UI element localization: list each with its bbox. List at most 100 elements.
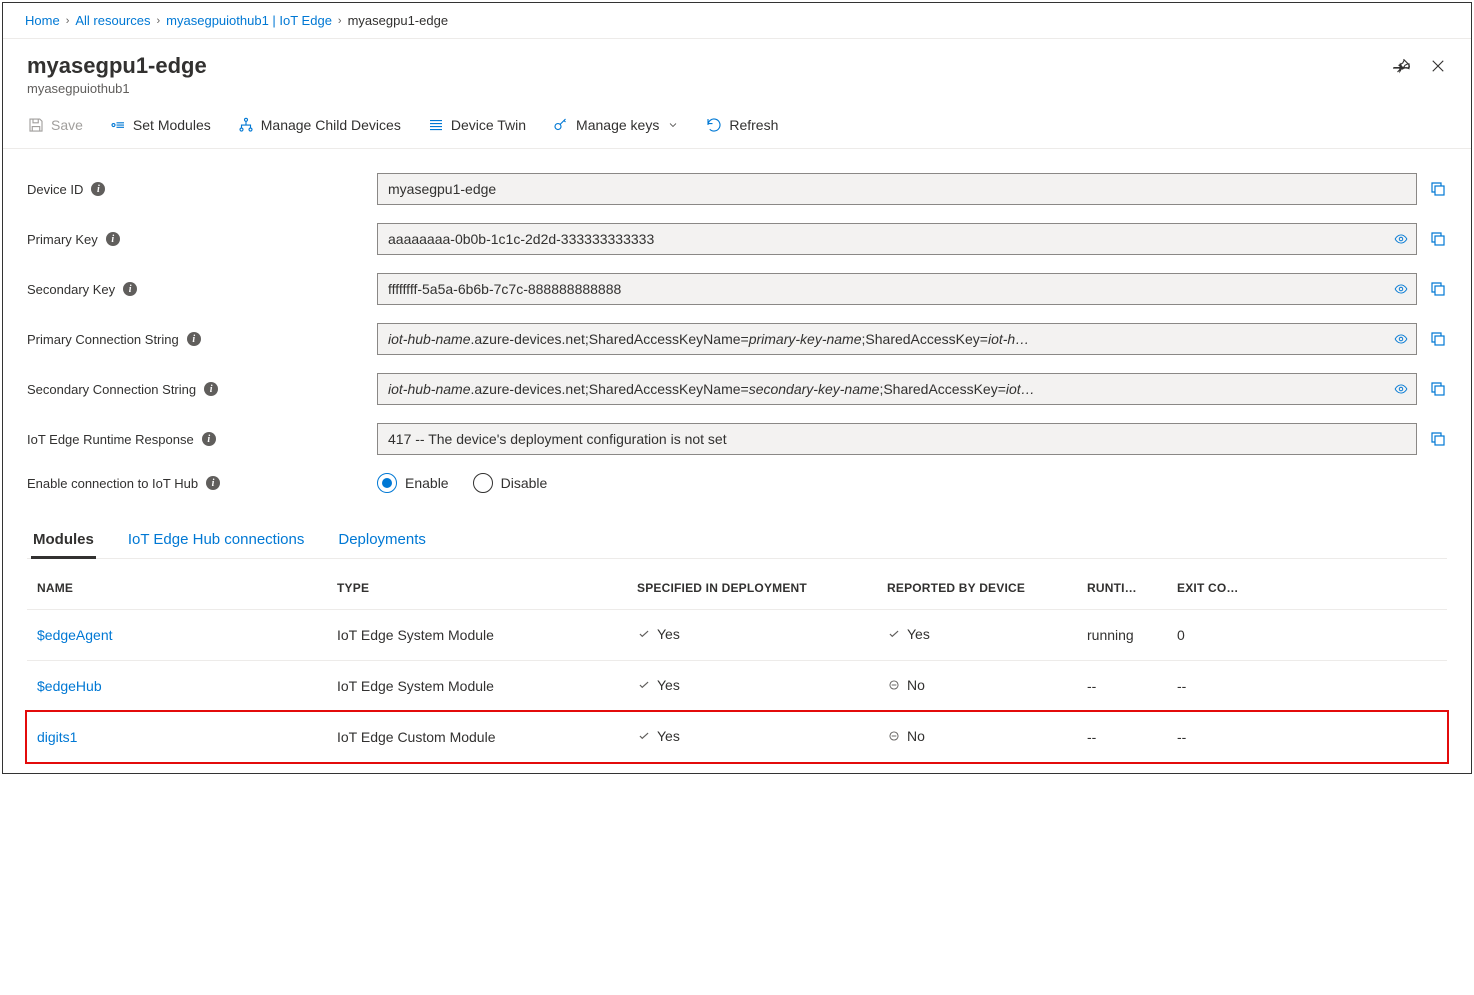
disable-radio-label: Disable <box>501 475 548 491</box>
page-header: myasegpu1-edge myasegpuiothub1 <box>3 39 1471 106</box>
module-link[interactable]: digits1 <box>37 729 77 745</box>
refresh-button[interactable]: Refresh <box>701 112 782 138</box>
copy-icon[interactable] <box>1429 230 1447 248</box>
runtime-response-label: IoT Edge Runtime Response <box>27 432 194 447</box>
refresh-icon <box>705 116 723 134</box>
secondary-conn-value[interactable]: iot-hub-name.azure-devices.net;SharedAcc… <box>377 373 1417 405</box>
breadcrumb-iothub[interactable]: myasegpuiothub1 | IoT Edge <box>166 13 332 28</box>
device-id-value[interactable]: myasegpu1-edge <box>377 173 1417 205</box>
minus-circle-icon <box>887 729 901 743</box>
info-icon[interactable]: i <box>187 332 201 346</box>
chevron-down-icon <box>667 119 679 131</box>
content-area: Device ID i myasegpu1-edge Primary Key i… <box>3 149 1471 773</box>
primary-key-label: Primary Key <box>27 232 98 247</box>
cell-spec: Yes <box>637 677 680 693</box>
page-subtitle: myasegpuiothub1 <box>27 81 207 96</box>
cell-exit: -- <box>1167 661 1447 712</box>
breadcrumb-home[interactable]: Home <box>25 13 60 28</box>
radio-unselected-icon <box>473 473 493 493</box>
cell-type: IoT Edge System Module <box>327 661 627 712</box>
radio-selected-icon <box>377 473 397 493</box>
col-type[interactable]: TYPE <box>327 563 627 610</box>
secondary-key-label: Secondary Key <box>27 282 115 297</box>
manage-keys-button[interactable]: Manage keys <box>548 112 683 138</box>
check-icon <box>887 627 901 641</box>
field-secondary-conn: Secondary Connection String i iot-hub-na… <box>27 373 1447 405</box>
pin-icon[interactable] <box>1393 57 1411 75</box>
save-icon <box>27 116 45 134</box>
secondary-key-value[interactable]: ffffffff-5a5a-6b6b-7c7c-888888888888 <box>377 273 1417 305</box>
eye-icon[interactable] <box>1388 329 1408 349</box>
check-icon <box>637 729 651 743</box>
field-primary-conn: Primary Connection String i iot-hub-name… <box>27 323 1447 355</box>
enable-conn-label: Enable connection to IoT Hub <box>27 476 198 491</box>
module-link[interactable]: $edgeHub <box>37 678 102 694</box>
info-icon[interactable]: i <box>91 182 105 196</box>
col-exit[interactable]: EXIT CO… <box>1167 563 1447 610</box>
cell-exit: -- <box>1167 712 1447 763</box>
key-icon <box>552 116 570 134</box>
info-icon[interactable]: i <box>206 476 220 490</box>
info-icon[interactable]: i <box>202 432 216 446</box>
hierarchy-icon <box>237 116 255 134</box>
device-twin-button[interactable]: Device Twin <box>423 112 530 138</box>
tab-hub-connections[interactable]: IoT Edge Hub connections <box>126 523 307 558</box>
tab-strip: Modules IoT Edge Hub connections Deploym… <box>27 523 1447 559</box>
cell-type: IoT Edge System Module <box>327 610 627 661</box>
copy-icon[interactable] <box>1429 280 1447 298</box>
check-icon <box>637 627 651 641</box>
cell-rep: No <box>887 677 925 693</box>
tab-deployments[interactable]: Deployments <box>336 523 428 558</box>
eye-icon[interactable] <box>1388 379 1408 399</box>
copy-icon[interactable] <box>1429 180 1447 198</box>
chevron-right-icon: › <box>338 15 342 27</box>
tab-modules[interactable]: Modules <box>31 523 96 558</box>
col-rep[interactable]: REPORTED BY DEVICE <box>877 563 1077 610</box>
eye-icon[interactable] <box>1388 229 1408 249</box>
cell-runtime: -- <box>1077 661 1167 712</box>
field-primary-key: Primary Key i aaaaaaaa-0b0b-1c1c-2d2d-33… <box>27 223 1447 255</box>
minus-circle-icon <box>887 678 901 692</box>
chevron-right-icon: › <box>66 15 70 27</box>
save-label: Save <box>51 117 83 133</box>
table-row[interactable]: digits1 IoT Edge Custom Module Yes No --… <box>27 712 1447 763</box>
cell-spec: Yes <box>637 728 680 744</box>
disable-radio[interactable]: Disable <box>473 473 548 493</box>
runtime-response-value[interactable]: 417 -- The device's deployment configura… <box>377 423 1417 455</box>
cell-spec: Yes <box>637 626 680 642</box>
modules-table: NAME TYPE SPECIFIED IN DEPLOYMENT REPORT… <box>27 563 1447 763</box>
cell-exit: 0 <box>1167 610 1447 661</box>
info-icon[interactable]: i <box>123 282 137 296</box>
set-modules-button[interactable]: Set Modules <box>105 112 215 138</box>
info-icon[interactable]: i <box>204 382 218 396</box>
copy-icon[interactable] <box>1429 380 1447 398</box>
field-secondary-key: Secondary Key i ffffffff-5a5a-6b6b-7c7c-… <box>27 273 1447 305</box>
eye-icon[interactable] <box>1388 279 1408 299</box>
command-bar: Save Set Modules Manage Child Devices De… <box>3 106 1471 149</box>
field-device-id: Device ID i myasegpu1-edge <box>27 173 1447 205</box>
breadcrumb-all-resources[interactable]: All resources <box>75 13 150 28</box>
col-runtime[interactable]: RUNTI… <box>1077 563 1167 610</box>
table-row[interactable]: $edgeAgent IoT Edge System Module Yes Ye… <box>27 610 1447 661</box>
save-button: Save <box>23 112 87 138</box>
table-row[interactable]: $edgeHub IoT Edge System Module Yes No -… <box>27 661 1447 712</box>
primary-conn-value[interactable]: iot-hub-name.azure-devices.net;SharedAcc… <box>377 323 1417 355</box>
close-icon[interactable] <box>1429 57 1447 75</box>
set-modules-icon <box>109 116 127 134</box>
cell-runtime: running <box>1077 610 1167 661</box>
field-enable-connection: Enable connection to IoT Hub i Enable Di… <box>27 473 1447 493</box>
breadcrumb-current: myasegpu1-edge <box>348 13 448 28</box>
enable-radio-label: Enable <box>405 475 449 491</box>
device-twin-label: Device Twin <box>451 117 526 133</box>
info-icon[interactable]: i <box>106 232 120 246</box>
module-link[interactable]: $edgeAgent <box>37 627 113 643</box>
refresh-label: Refresh <box>729 117 778 133</box>
primary-key-value[interactable]: aaaaaaaa-0b0b-1c1c-2d2d-333333333333 <box>377 223 1417 255</box>
col-name[interactable]: NAME <box>27 563 327 610</box>
manage-child-devices-button[interactable]: Manage Child Devices <box>233 112 405 138</box>
copy-icon[interactable] <box>1429 430 1447 448</box>
col-spec[interactable]: SPECIFIED IN DEPLOYMENT <box>627 563 877 610</box>
enable-radio[interactable]: Enable <box>377 473 449 493</box>
cell-rep: No <box>887 728 925 744</box>
copy-icon[interactable] <box>1429 330 1447 348</box>
